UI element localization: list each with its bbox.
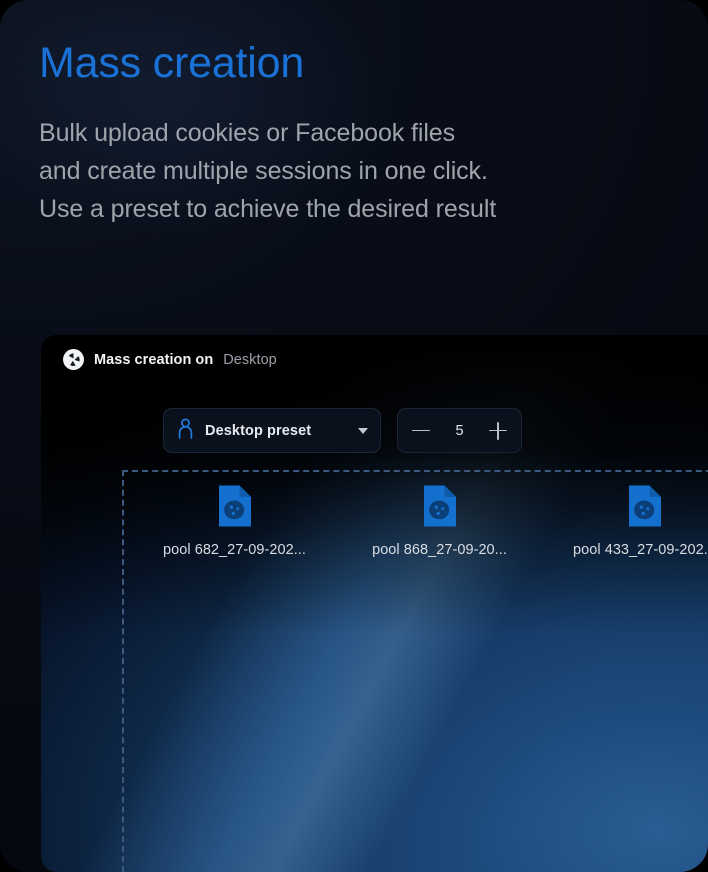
file-name: pool 868_27-09-20...: [372, 542, 507, 558]
session-count-value: 5: [455, 422, 464, 439]
preset-select[interactable]: Desktop preset: [163, 408, 381, 453]
cookie-file-icon: [421, 483, 459, 529]
page-subtitle: Bulk upload cookies or Facebook files an…: [39, 119, 497, 223]
panel-os-label: Desktop: [223, 351, 277, 368]
file-name: pool 433_27-09-202...: [573, 542, 708, 558]
list-item[interactable]: pool 433_27-09-202...: [542, 483, 708, 558]
user-icon: [177, 418, 194, 444]
plus-icon[interactable]: [488, 421, 507, 440]
file-name: pool 682_27-09-202...: [163, 542, 306, 558]
panel-title: Mass creation on: [94, 351, 214, 368]
panel-header: Mass creation on Desktop: [63, 349, 277, 370]
desktop-preview-panel: Mass creation on Desktop Desktop preset …: [41, 335, 708, 872]
app-logo-icon: [63, 349, 84, 370]
mass-creation-card: Mass creation Bulk upload cookies or Fac…: [0, 0, 708, 872]
list-item[interactable]: pool 682_27-09-202...: [132, 483, 337, 558]
hero-section: Mass creation Bulk upload cookies or Fac…: [39, 36, 659, 228]
controls-row: Desktop preset 5: [163, 408, 522, 453]
session-count-stepper: 5: [397, 408, 522, 453]
list-item[interactable]: pool 868_27-09-20...: [337, 483, 542, 558]
page-title: Mass creation: [39, 39, 305, 87]
minus-icon[interactable]: [412, 422, 430, 440]
preset-select-value: Desktop preset: [205, 422, 312, 439]
cookie-file-icon: [626, 483, 664, 529]
chevron-down-icon[interactable]: [358, 427, 368, 434]
file-list: pool 682_27-09-202... pool 868_27-09-20.…: [132, 483, 708, 558]
cookie-file-icon: [216, 483, 254, 529]
